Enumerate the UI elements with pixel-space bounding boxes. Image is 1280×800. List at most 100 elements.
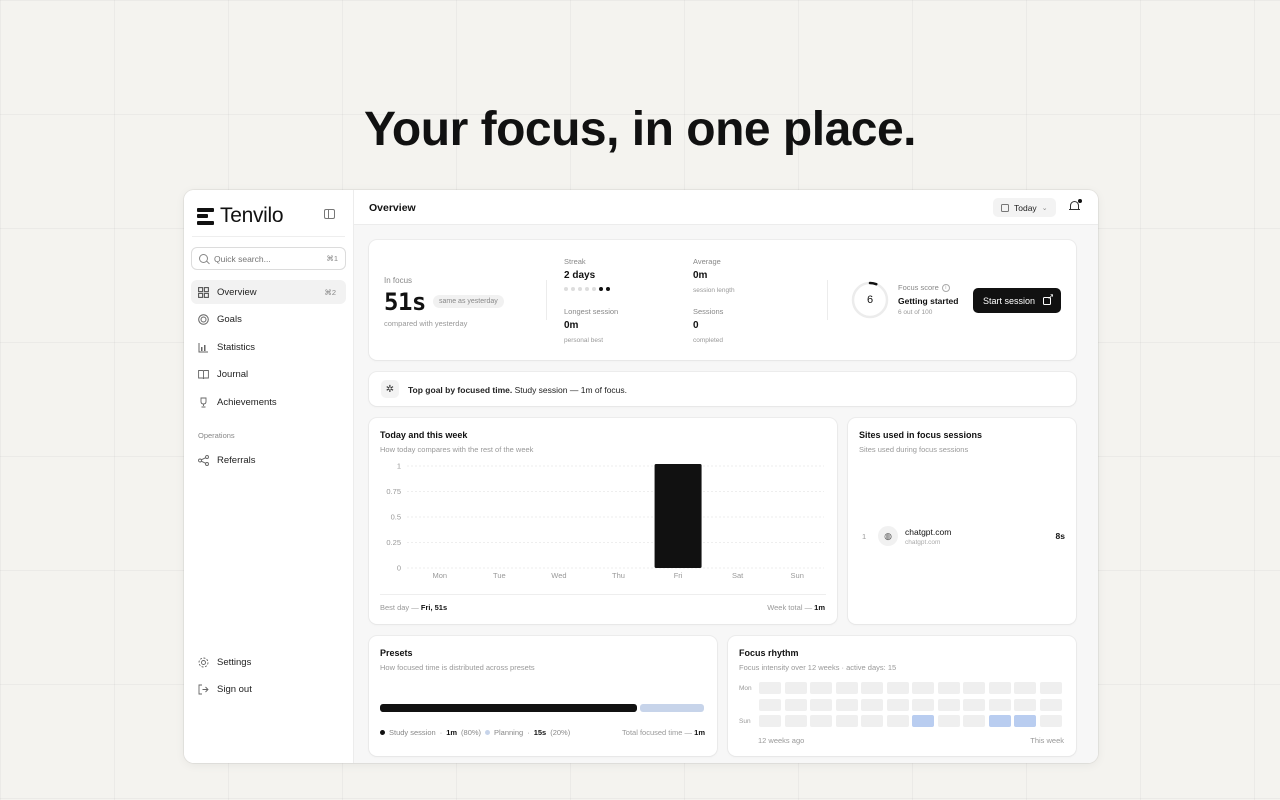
summary-card: In focus 51s same as yesterday compared … [369,240,1076,360]
heatmap-cell[interactable] [835,698,858,711]
compared-text: compared with yesterday [384,319,468,328]
heatmap-cell[interactable] [1014,682,1036,694]
sidebar-item-label: Achievements [217,396,277,408]
best-day: Best day — Fri, 51s [380,603,448,612]
sidebar-divider [192,236,345,237]
share-icon [198,454,209,466]
sidebar-item-label: Goals [217,313,242,325]
collapse-sidebar-icon[interactable] [324,209,335,219]
heatmap-cell[interactable] [784,682,807,694]
sidebar-item-achievements[interactable]: Achievements [191,390,346,414]
heatmap-cell[interactable] [963,682,985,694]
streak-dot [578,287,582,291]
y-tick-label: 0 [397,564,401,573]
brand[interactable]: Tenvilo [197,204,284,228]
sparkle-icon: ✲ [381,380,399,398]
rhythm-subtitle: Focus intensity over 12 weeks · active d… [739,663,897,672]
presets-subtitle: How focused time is distributed across p… [380,663,535,672]
streak-dot [592,287,596,291]
site-row[interactable]: 1 ◍ chatgpt.com chatgpt.com 8s [860,526,1065,546]
heatmap-cell[interactable] [861,715,883,727]
date-range-label: Today [1014,202,1037,213]
sites-subtitle: Sites used during focus sessions [859,445,969,454]
heatmap-cell[interactable] [861,682,883,694]
sidebar-item-referrals[interactable]: Referrals [191,448,346,472]
sidebar-item-sign-out[interactable]: Sign out [191,677,346,701]
heatmap-cell[interactable] [784,698,807,711]
sidebar-item-label: Overview [217,286,257,298]
heatmap-cell[interactable] [1014,715,1036,727]
sidebar-item-overview[interactable]: Overview ⌘2 [191,280,346,304]
heatmap-cell[interactable] [912,715,934,727]
heatmap-cell[interactable] [1014,698,1036,711]
heatmap-cell[interactable] [1039,698,1062,711]
sign-out-icon [198,684,209,695]
heatmap-cell[interactable] [810,715,832,727]
start-session-label: Start session [983,295,1036,306]
x-tick-label: Tue [493,571,506,580]
sidebar-item-label: Journal [217,368,249,380]
heatmap-cell[interactable] [759,715,781,727]
globe-icon: ◍ [878,526,898,546]
heatmap-cell[interactable] [937,715,960,727]
heatmap-cell[interactable] [759,682,781,694]
headline: Your focus, in one place. [363,103,917,156]
average-value: 0m [693,270,708,281]
heatmap-cell[interactable] [759,698,781,711]
heatmap-cell[interactable] [988,682,1011,694]
sidebar-item-journal[interactable]: Journal [191,362,346,386]
heatmap-cell[interactable] [912,698,934,711]
heatmap-cell[interactable] [810,682,832,694]
streak-dot [599,287,603,291]
y-tick-label: 1 [397,462,401,471]
week-chart-title: Today and this week [380,430,468,440]
heatmap-cell[interactable] [861,698,883,711]
heatmap-cell[interactable] [988,698,1011,711]
sidebar-item-label: Settings [217,656,252,668]
heatmap-cell[interactable] [835,715,858,727]
heatmap-cell[interactable] [810,698,832,711]
notification-bell-icon[interactable] [1069,199,1082,213]
heatmap-cell[interactable] [912,682,934,694]
longest-sub: personal best [564,337,604,344]
date-range-select[interactable]: Today ⌄ [993,198,1056,217]
search-shortcut: ⌘1 [326,254,338,263]
x-tick-label: Fri [674,571,683,580]
bar-chart-icon [198,342,209,353]
streak-dot [571,287,575,291]
streak-label: Streak [564,257,586,266]
search-box[interactable]: ⌘1 [191,247,346,270]
external-link-icon [1043,292,1054,305]
heatmap-cell[interactable] [937,698,960,711]
divider [546,280,547,320]
rhythm-row-label-sun: Sun [739,718,751,725]
heatmap-cell[interactable] [1039,715,1062,727]
sites-title: Sites used in focus sessions [859,430,983,440]
site-name: chatgpt.com [905,527,952,537]
heatmap-cell[interactable] [835,682,858,694]
sidebar-item-settings[interactable]: Settings [191,650,346,674]
sites-card: Sites used in focus sessions Sites used … [848,418,1076,624]
search-input[interactable] [214,253,314,264]
sidebar-item-goals[interactable]: Goals [191,307,346,331]
week-total: Week total — 1m [767,603,825,612]
longest-value: 0m [564,320,579,331]
heatmap-cell[interactable] [784,715,807,727]
book-icon [198,369,209,380]
top-goal-banner: ✲ Top goal by focused time. Study sessio… [369,372,1076,406]
streak-value: 2 days [564,270,596,281]
heatmap-cell[interactable] [1039,682,1062,694]
heatmap-cell[interactable] [937,682,960,694]
info-icon[interactable]: i [941,284,950,293]
heatmap-cell[interactable] [886,698,909,711]
start-session-button[interactable]: Start session [973,288,1061,313]
heatmap-cell[interactable] [988,715,1011,727]
heatmap-cell[interactable] [886,715,909,727]
overview-shortcut: ⌘2 [324,287,336,297]
heatmap-cell[interactable] [963,715,985,727]
bar-fri[interactable] [654,464,702,568]
in-focus-value: 51s [384,288,426,316]
heatmap-cell[interactable] [886,682,909,694]
sidebar-item-statistics[interactable]: Statistics [191,335,346,359]
heatmap-cell[interactable] [963,698,985,711]
